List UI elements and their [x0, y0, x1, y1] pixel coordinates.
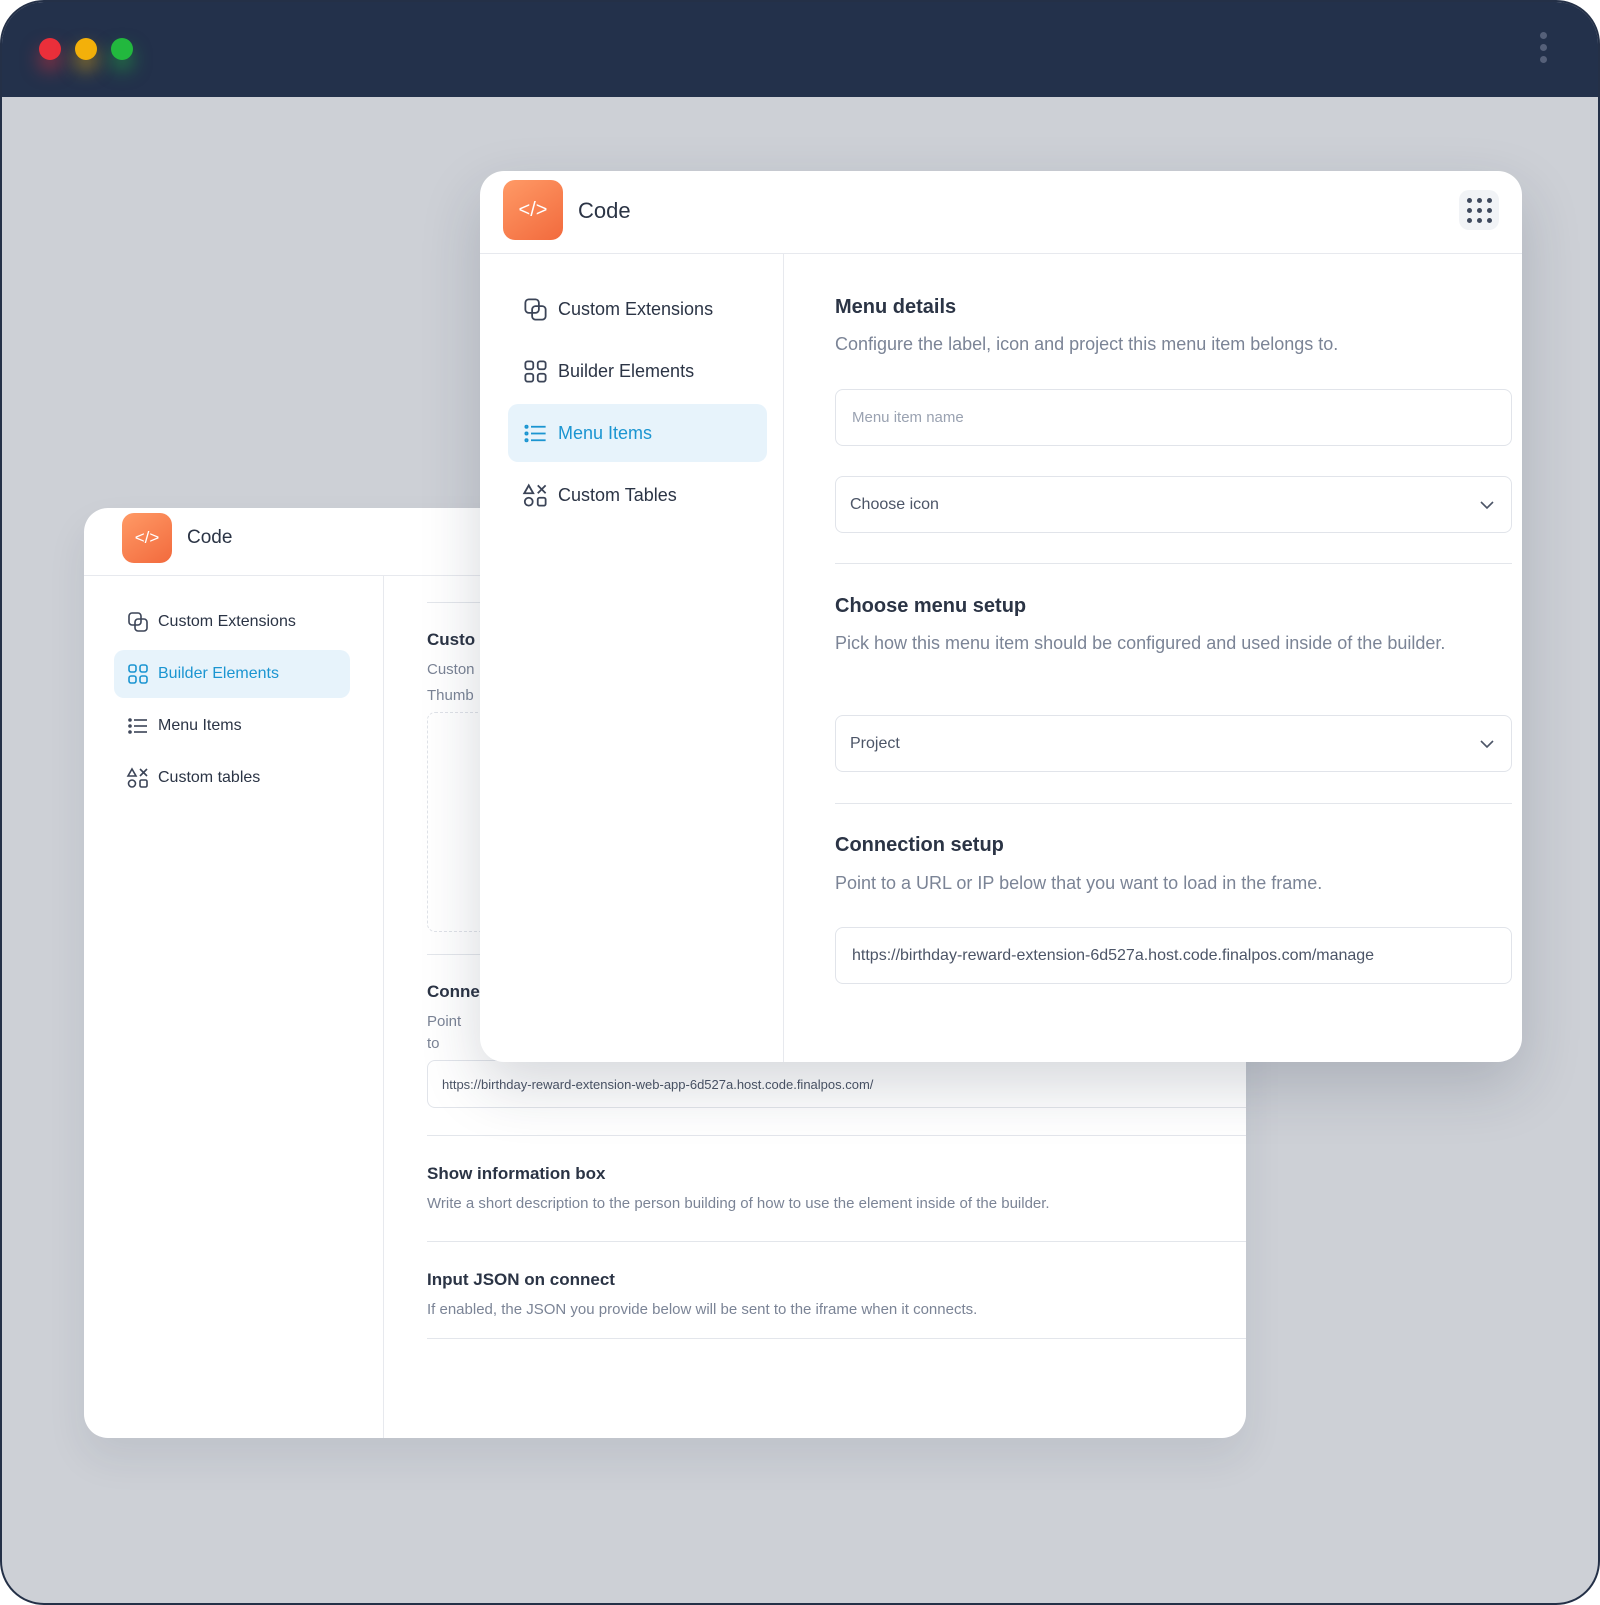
- app-header: </> Code: [480, 171, 1522, 254]
- sidebar-item-label: Builder Elements: [158, 665, 279, 682]
- shapes-icon: [522, 483, 547, 507]
- sidebar-item-label: Menu Items: [158, 717, 242, 734]
- project-select[interactable]: Project: [835, 715, 1512, 772]
- sidebar-item-label: Menu Items: [558, 422, 653, 443]
- json-connect-title: Input JSON on connect: [427, 1270, 615, 1289]
- json-connect-description: If enabled, the JSON you provide below w…: [427, 1301, 978, 1318]
- sidebar: Custom Extensions Builder Elements Menu …: [480, 254, 784, 1062]
- connection-url-input[interactable]: https://birthday-reward-extension-6d527a…: [835, 927, 1512, 984]
- connection-url-input[interactable]: https://birthday-reward-extension-web-ap…: [427, 1060, 1246, 1108]
- browser-window: </> Code Custom Extensions Builder Eleme…: [0, 0, 1600, 1605]
- divider: [427, 1135, 1246, 1136]
- sidebar-item-custom-tables[interactable]: Custom Tables: [508, 466, 767, 524]
- apps-grid-icon[interactable]: [1459, 190, 1499, 230]
- divider: [835, 803, 1512, 804]
- section-title: Custo: [427, 630, 476, 649]
- connection-title: Conne: [427, 982, 480, 1001]
- grid-icon: [128, 664, 148, 684]
- sidebar-item-label: Custom Tables: [558, 484, 677, 505]
- divider: [427, 1241, 1246, 1242]
- section-description: Custon: [427, 661, 475, 678]
- shapes-icon: [126, 767, 148, 788]
- menu-items-panel: </> Code Custom Extensions Builder Eleme…: [480, 171, 1522, 1062]
- menu-setup-description: Pick how this menu item should be config…: [835, 633, 1446, 653]
- code-logo-icon: </>: [503, 180, 563, 240]
- sidebar-item-custom-tables[interactable]: Custom tables: [114, 754, 350, 802]
- extensions-icon: [524, 297, 547, 321]
- app-title: Code: [578, 198, 631, 223]
- window-titlebar: [2, 2, 1598, 97]
- sidebar-item-label: Custom tables: [158, 769, 261, 786]
- sidebar-item-custom-extensions[interactable]: Custom Extensions: [508, 280, 767, 338]
- connection-url-value: https://birthday-reward-extension-6d527a…: [852, 946, 1375, 964]
- sidebar-item-custom-extensions[interactable]: Custom Extensions: [114, 598, 350, 646]
- app-title: Code: [187, 527, 233, 548]
- menu-item-name-input[interactable]: Menu item name: [835, 389, 1512, 446]
- list-icon: [524, 424, 546, 442]
- chevron-down-icon: [1480, 739, 1494, 748]
- divider: [835, 563, 1512, 564]
- extensions-icon: [128, 612, 148, 632]
- grid-icon: [524, 359, 547, 383]
- maximize-window-button[interactable]: [111, 38, 133, 60]
- connection-setup-description: Point to a URL or IP below that you want…: [835, 873, 1323, 893]
- sidebar-item-label: Custom Extensions: [558, 298, 714, 319]
- sidebar-item-builder-elements[interactable]: Builder Elements: [114, 650, 350, 698]
- menu-details-description: Configure the label, icon and project th…: [835, 334, 1339, 354]
- divider: [427, 954, 487, 955]
- sidebar-item-menu-items[interactable]: Menu Items: [114, 702, 350, 750]
- sidebar-item-label: Builder Elements: [558, 360, 695, 381]
- divider: [427, 1338, 1246, 1339]
- choose-icon-value: Choose icon: [850, 495, 939, 513]
- list-icon: [128, 718, 147, 734]
- more-options-icon[interactable]: [1534, 32, 1552, 64]
- sidebar: Custom Extensions Builder Elements Menu …: [84, 576, 384, 1438]
- close-window-button[interactable]: [39, 38, 61, 60]
- menu-details-title: Menu details: [835, 296, 957, 318]
- choose-icon-select[interactable]: Choose icon: [835, 476, 1512, 533]
- minimize-window-button[interactable]: [75, 38, 97, 60]
- menu-setup-title: Choose menu setup: [835, 595, 1027, 617]
- url-value: https://birthday-reward-extension-web-ap…: [442, 1076, 874, 1092]
- info-box-title: Show information box: [427, 1164, 606, 1183]
- code-logo-icon: </>: [122, 513, 172, 563]
- project-select-value: Project: [850, 734, 900, 752]
- menu-item-name-placeholder: Menu item name: [852, 409, 964, 426]
- sidebar-item-label: Custom Extensions: [158, 613, 296, 630]
- info-box-description: Write a short description to the person …: [427, 1195, 1050, 1212]
- sidebar-item-menu-items[interactable]: Menu Items: [508, 404, 767, 462]
- divider: [427, 602, 487, 603]
- thumbnail-label: Thumb: [427, 687, 474, 704]
- chevron-down-icon: [1480, 500, 1494, 509]
- connection-description: Point to: [427, 1013, 462, 1052]
- connection-setup-title: Connection setup: [835, 834, 1004, 856]
- sidebar-item-builder-elements[interactable]: Builder Elements: [508, 342, 767, 400]
